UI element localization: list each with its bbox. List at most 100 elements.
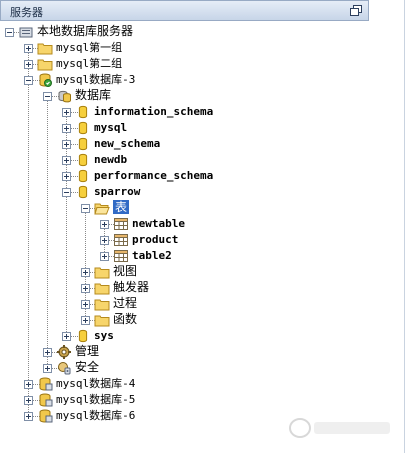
tree-node-label: newdb	[94, 153, 128, 166]
expand-toggle-icon[interactable]	[100, 252, 109, 261]
tree-node-label: performance_schema	[94, 169, 214, 182]
tree-node-label: new_schema	[94, 137, 161, 150]
tree-node-tr[interactable]: 触发器	[0, 280, 380, 296]
tree-node-label: sparrow	[94, 185, 141, 198]
tree-node-label: information_schema	[94, 105, 214, 118]
folder-icon	[94, 299, 110, 311]
tree-node-t1[interactable]: newtable	[0, 216, 380, 232]
tree-node-tbl[interactable]: 表	[0, 200, 380, 216]
expand-toggle-icon[interactable]	[81, 300, 90, 309]
tree-node-label: 安全	[75, 360, 100, 374]
tree-node-s5[interactable]: performance_schema	[0, 168, 380, 184]
expand-toggle-icon[interactable]	[24, 396, 33, 405]
table-icon	[114, 218, 128, 230]
tree-node-db3[interactable]: mysql数据库-3	[0, 72, 380, 88]
tree-node-f[interactable]: 函数	[0, 312, 380, 328]
schema-icon	[78, 329, 88, 343]
tree-node-label: 过程	[113, 296, 138, 310]
server-icon	[19, 27, 33, 38]
schema-icon	[78, 137, 88, 151]
expand-toggle-icon[interactable]	[100, 220, 109, 229]
tree-node-label: 表	[113, 200, 130, 214]
panel-titlebar: 服务器	[0, 0, 369, 21]
manage-icon	[57, 345, 71, 359]
tree-node-label: 数据库	[75, 88, 112, 102]
expand-toggle-icon[interactable]	[62, 156, 71, 165]
tree-node-label: mysql数据库-6	[56, 409, 136, 422]
tree-node-s1[interactable]: information_schema	[0, 104, 380, 120]
tree-node-p[interactable]: 过程	[0, 296, 380, 312]
tree-node-label: mysql	[94, 121, 128, 134]
tree-node-label: mysql第一组	[56, 41, 123, 54]
expand-toggle-icon[interactable]	[81, 268, 90, 277]
collapse-toggle-icon[interactable]	[62, 188, 71, 197]
tree-node-label: product	[132, 233, 179, 246]
expand-toggle-icon[interactable]	[43, 348, 52, 357]
table-icon	[114, 234, 128, 246]
db-icon	[39, 393, 53, 407]
tree-node-label: table2	[132, 249, 172, 262]
tree-node-label: mysql数据库-4	[56, 377, 136, 390]
db-connected-icon	[39, 73, 52, 87]
tree-node-g2[interactable]: mysql第二组	[0, 56, 380, 72]
security-icon	[58, 362, 71, 375]
schema-icon	[78, 121, 88, 135]
tree-node-root[interactable]: 本地数据库服务器	[0, 24, 380, 40]
table-icon	[114, 250, 128, 262]
expand-toggle-icon[interactable]	[24, 44, 33, 53]
expand-toggle-icon[interactable]	[81, 284, 90, 293]
schema-icon	[78, 153, 88, 167]
tree-node-label: 本地数据库服务器	[37, 24, 134, 38]
tree-node-sys[interactable]: sys	[0, 328, 380, 344]
schema-icon	[78, 169, 88, 183]
tree-node-mg[interactable]: 管理	[0, 344, 380, 360]
expand-toggle-icon[interactable]	[62, 172, 71, 181]
tree-node-t3[interactable]: table2	[0, 248, 380, 264]
tree-node-db5[interactable]: mysql数据库-5	[0, 392, 380, 408]
tree-node-dbs[interactable]: 数据库	[0, 88, 380, 104]
restore-window-icon[interactable]	[350, 5, 362, 17]
tree-node-label: 触发器	[113, 280, 150, 294]
collapse-toggle-icon[interactable]	[81, 204, 90, 213]
expand-toggle-icon[interactable]	[81, 316, 90, 325]
expand-toggle-icon[interactable]	[43, 364, 52, 373]
tree-node-label: 视图	[113, 264, 138, 278]
tree-node-s2[interactable]: mysql	[0, 120, 380, 136]
folder-icon	[94, 267, 110, 279]
db-icon	[39, 409, 53, 423]
collapse-toggle-icon[interactable]	[5, 28, 14, 37]
expand-toggle-icon[interactable]	[62, 140, 71, 149]
tree-node-label: newtable	[132, 217, 185, 230]
tree-node-s6[interactable]: sparrow	[0, 184, 380, 200]
tree-node-v[interactable]: 视图	[0, 264, 380, 280]
expand-toggle-icon[interactable]	[62, 124, 71, 133]
tree-node-label: mysql数据库-5	[56, 393, 136, 406]
folder-icon	[37, 59, 53, 71]
tree-node-label: mysql第二组	[56, 57, 123, 70]
schema-icon	[78, 185, 88, 199]
tree-node-db4[interactable]: mysql数据库-4	[0, 376, 380, 392]
collapse-toggle-icon[interactable]	[24, 76, 33, 85]
expand-toggle-icon[interactable]	[62, 332, 71, 341]
expand-toggle-icon[interactable]	[24, 380, 33, 389]
panel-title: 服务器	[10, 6, 43, 19]
tree-node-label: sys	[94, 329, 114, 342]
collapse-toggle-icon[interactable]	[43, 92, 52, 101]
schema-icon	[78, 105, 88, 119]
tree-node-sec[interactable]: 安全	[0, 360, 380, 376]
expand-toggle-icon[interactable]	[100, 236, 109, 245]
database-group-icon	[58, 90, 71, 103]
tree-node-t2[interactable]: product	[0, 232, 380, 248]
expand-toggle-icon[interactable]	[24, 412, 33, 421]
tree-node-label: 管理	[75, 344, 100, 358]
tree-node-g1[interactable]: mysql第一组	[0, 40, 380, 56]
watermark-logo-icon	[289, 418, 390, 438]
tree-node-label: 函数	[113, 312, 138, 326]
tree-node-s3[interactable]: new_schema	[0, 136, 380, 152]
folder-icon	[94, 283, 110, 295]
expand-toggle-icon[interactable]	[24, 60, 33, 69]
folder-icon	[94, 315, 110, 327]
db-icon	[39, 377, 53, 391]
expand-toggle-icon[interactable]	[62, 108, 71, 117]
tree-node-s4[interactable]: newdb	[0, 152, 380, 168]
